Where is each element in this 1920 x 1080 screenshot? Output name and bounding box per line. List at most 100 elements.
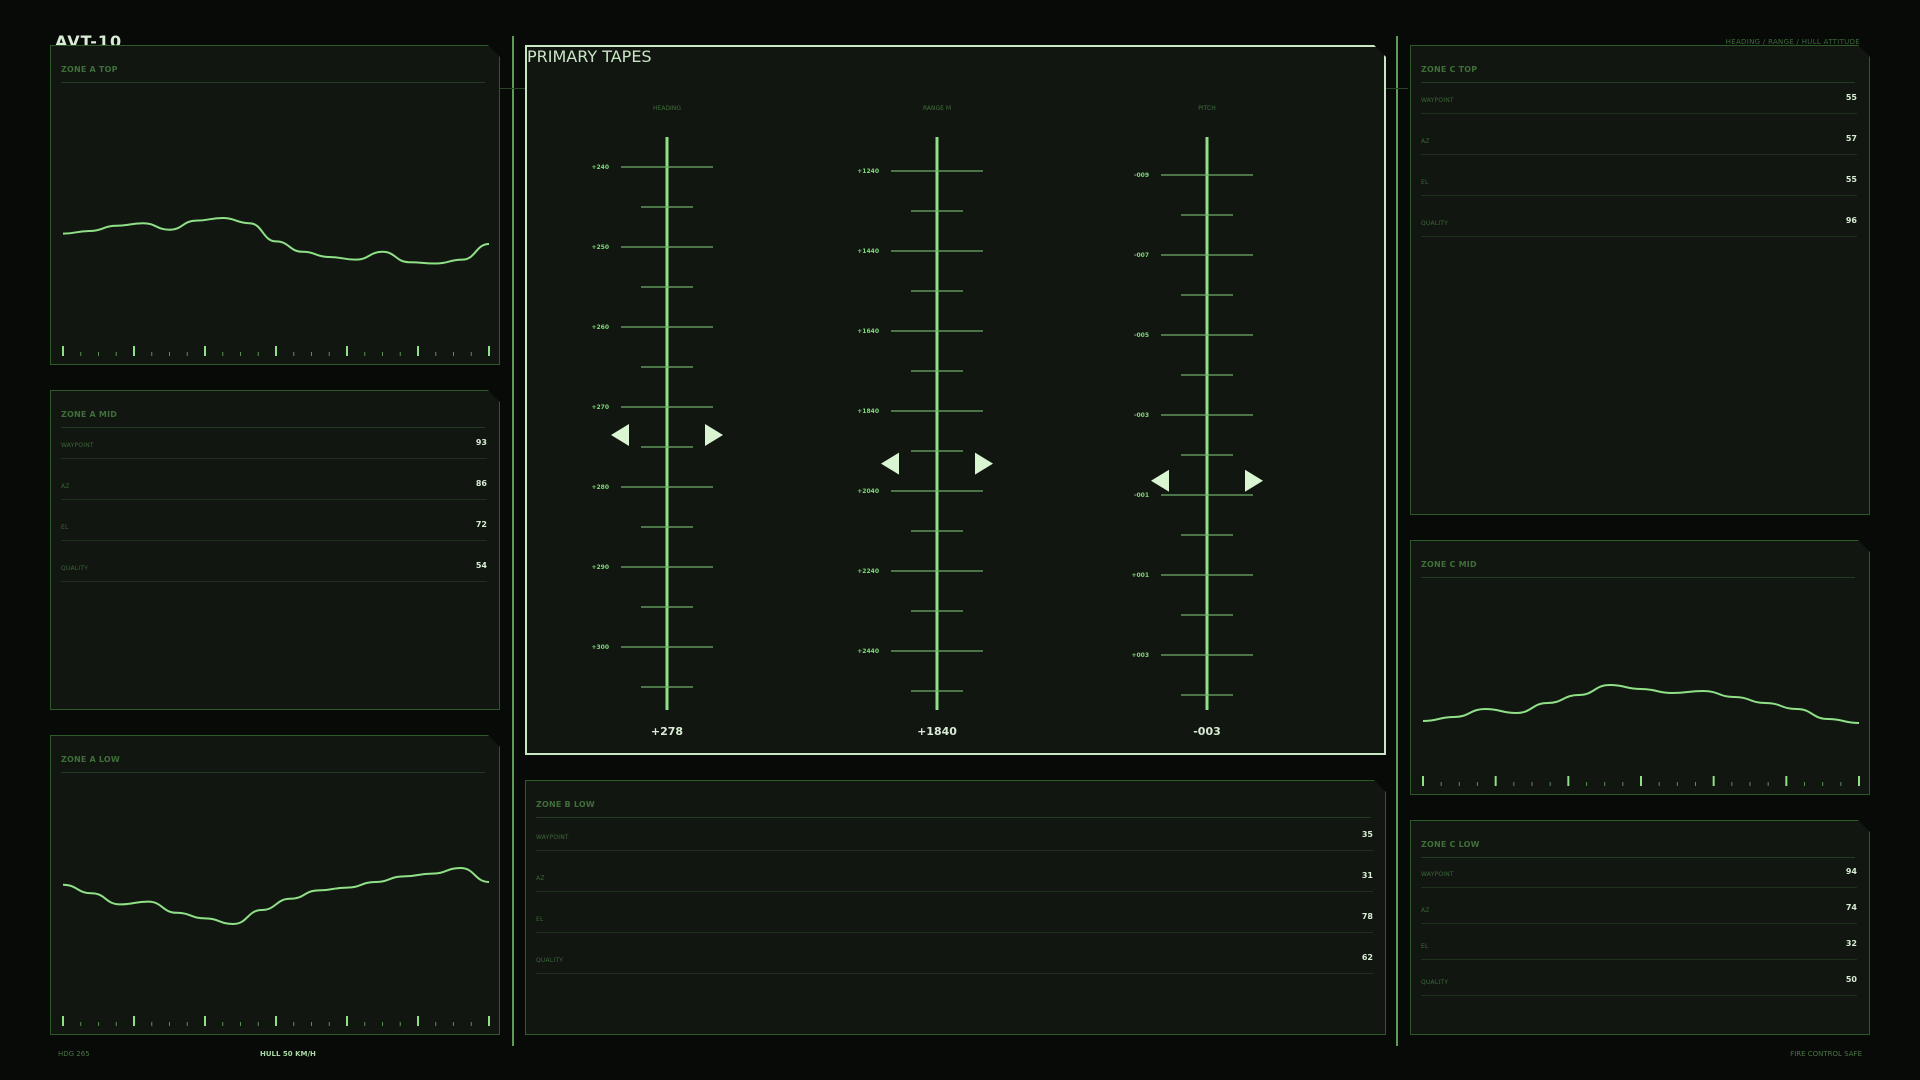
zone-a-top-panel: ZONE A TOP	[50, 45, 500, 365]
row-value: 35	[1361, 830, 1373, 839]
row-value: 72	[475, 520, 487, 529]
zone-b-low-label: ZONE B LOW	[536, 800, 1371, 818]
tape-marker-right-icon	[1245, 470, 1263, 492]
zone-a-mid-row: WAYPOINT 93	[61, 434, 487, 459]
tape-tick-label: +2040	[857, 488, 879, 495]
zone-c-top-panel: ZONE C TOP WAYPOINT 55 AZ 57 EL 55 QUALITY 9…	[1410, 45, 1870, 515]
row-key: EL	[536, 916, 544, 923]
zone-a-top-trace	[63, 218, 489, 264]
primary-tapes-panel: PRIMARY TAPES HEADING RANGE M PITCH +240…	[525, 45, 1386, 755]
row-key: AZ	[536, 875, 545, 882]
zone-a-low-trace	[63, 868, 489, 924]
connector-right	[1385, 88, 1408, 89]
tape-tick-label: +001	[1131, 572, 1149, 579]
tape-tick-label: +290	[591, 564, 609, 571]
zone-a-top-trace-chart	[51, 46, 501, 366]
tape-heading-value: +278	[650, 725, 684, 738]
zone-c-low-row: QUALITY 50	[1421, 971, 1857, 996]
tape-range-value: +1840	[917, 725, 957, 738]
tape-tick-label: +1440	[857, 248, 879, 255]
row-key: AZ	[1421, 907, 1430, 914]
zone-b-low-row: WAYPOINT 35	[536, 826, 1373, 851]
zone-c-low-row: WAYPOINT 94	[1421, 863, 1857, 888]
tape-tick-label: +260	[591, 324, 609, 331]
zone-b-low-row: EL 78	[536, 908, 1373, 933]
tape-tick-label: +1840	[857, 408, 879, 415]
footer-fire-control: FIRE CONTROL SAFE	[1790, 1050, 1862, 1058]
tape-tick-label: -005	[1134, 332, 1149, 339]
tapes-graphic: +240+250+260+270+280+290+300 +1240+1440+…	[527, 47, 1388, 757]
row-value: 93	[475, 438, 487, 447]
zone-a-mid-row: QUALITY 54	[61, 557, 487, 582]
zone-c-top-row: AZ 57	[1421, 130, 1857, 155]
row-key: AZ	[1421, 138, 1430, 145]
zone-c-low-row: AZ 74	[1421, 899, 1857, 924]
row-value: 74	[1845, 903, 1857, 912]
row-value: 94	[1845, 867, 1857, 876]
row-key: AZ	[61, 483, 70, 490]
zone-c-mid-trace	[1423, 685, 1859, 723]
row-value: 62	[1361, 953, 1373, 962]
tape-tick-label: -003	[1134, 412, 1149, 419]
row-key: WAYPOINT	[61, 442, 94, 449]
tape-tick-label: +280	[591, 484, 609, 491]
heading-tape: +240 +250 +260 +270 +280 +290 +300	[591, 137, 723, 710]
zone-a-top-scale	[63, 346, 489, 356]
divider-left	[512, 36, 514, 1046]
footer-hull-speed: HULL 50 KM/H	[260, 1050, 316, 1058]
zone-a-low-scale	[63, 1016, 489, 1026]
row-value: 57	[1845, 134, 1857, 143]
range-tape: +1240 +1440 +1640 +1840 +2040 +2240 +2440	[857, 137, 993, 710]
row-key: QUALITY	[61, 565, 89, 572]
zone-a-low-trace-chart	[51, 736, 501, 1036]
tape-tick-label: -007	[1134, 252, 1149, 259]
row-key: EL	[61, 524, 69, 531]
zone-c-top-row: EL 55	[1421, 171, 1857, 196]
zone-a-mid-label: ZONE A MID	[61, 410, 485, 428]
tape-tick-label: +1640	[857, 328, 879, 335]
tape-tick-label: +250	[591, 244, 609, 251]
row-value: 86	[475, 479, 487, 488]
zone-a-low-panel: ZONE A LOW	[50, 735, 500, 1035]
zone-c-low-label: ZONE C LOW	[1421, 840, 1855, 858]
zone-a-mid-panel: ZONE A MID WAYPOINT 93 AZ 86 EL 72 QUALITY 5…	[50, 390, 500, 710]
row-value: 55	[1845, 175, 1857, 184]
row-value: 54	[475, 561, 487, 570]
zone-c-mid-panel: ZONE C MID	[1410, 540, 1870, 795]
row-key: WAYPOINT	[1421, 871, 1454, 878]
row-key: WAYPOINT	[536, 834, 569, 841]
zone-b-low-row: QUALITY 62	[536, 949, 1373, 974]
tape-pitch-value: -003	[1193, 725, 1221, 738]
zone-c-mid-trace-chart	[1411, 541, 1871, 796]
divider-right	[1396, 36, 1398, 1046]
row-key: QUALITY	[536, 957, 564, 964]
pitch-tape: -009 -007 -005 -003 -001 +001 +003	[1131, 137, 1263, 710]
zone-a-mid-row: AZ 86	[61, 475, 487, 500]
row-key: QUALITY	[1421, 979, 1449, 986]
row-value: 78	[1361, 912, 1373, 921]
tape-tick-label: +1240	[857, 168, 879, 175]
row-key: WAYPOINT	[1421, 97, 1454, 104]
row-value: 55	[1845, 93, 1857, 102]
row-value: 32	[1845, 939, 1857, 948]
tape-tick-label: +240	[591, 164, 609, 171]
row-value: 31	[1361, 871, 1373, 880]
footer-heading: HDG 265	[58, 1050, 90, 1058]
tape-marker-right-icon	[705, 424, 723, 446]
row-value: 50	[1845, 975, 1857, 984]
tape-tick-label: +2240	[857, 568, 879, 575]
tape-marker-left-icon	[1151, 470, 1169, 492]
tape-marker-right-icon	[975, 453, 993, 475]
connector-left	[500, 88, 526, 89]
tape-tick-label: +300	[591, 644, 609, 651]
zone-c-low-panel: ZONE C LOW WAYPOINT 94 AZ 74 EL 32 QUALITY 5…	[1410, 820, 1870, 1035]
tape-marker-left-icon	[611, 424, 629, 446]
row-key: EL	[1421, 943, 1429, 950]
app-subtitle: HEADING / RANGE / HULL ATTITUDE	[1725, 38, 1860, 46]
tape-tick-label: -001	[1134, 492, 1149, 499]
zone-b-low-row: AZ 31	[536, 867, 1373, 892]
zone-b-low-panel: ZONE B LOW WAYPOINT 35 AZ 31 EL 78 QUALITY 6…	[525, 780, 1386, 1035]
zone-a-mid-row: EL 72	[61, 516, 487, 541]
tape-tick-label: +003	[1131, 652, 1149, 659]
zone-c-mid-scale	[1423, 776, 1859, 786]
